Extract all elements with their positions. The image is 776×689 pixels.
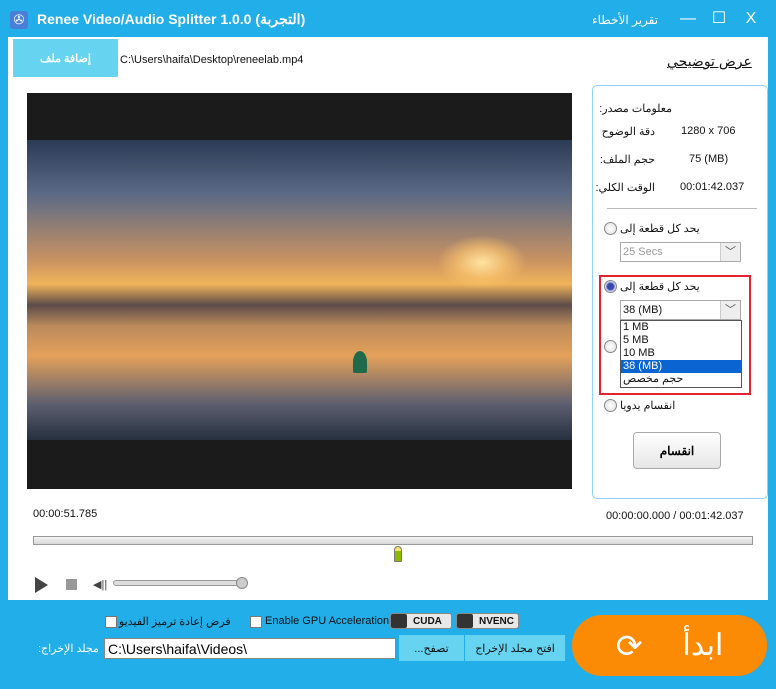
size-option-selected[interactable]: 38 (MB) bbox=[621, 360, 741, 373]
start-button[interactable]: ⟳ ابدأ bbox=[572, 615, 767, 676]
video-frame bbox=[27, 140, 572, 440]
nvenc-label: NVENC bbox=[479, 615, 515, 627]
stop-icon[interactable] bbox=[66, 579, 77, 590]
minimize-button[interactable]: — bbox=[677, 8, 699, 30]
chevron-down-icon: ﹀ bbox=[720, 301, 740, 319]
volume-icon[interactable]: ◀|| bbox=[93, 578, 107, 591]
video-preview bbox=[27, 93, 572, 489]
split-by-size-radio[interactable] bbox=[604, 280, 617, 293]
nvidia-icon bbox=[391, 614, 407, 628]
gpu-label: Enable GPU Acceleration bbox=[265, 615, 390, 627]
split-by-time-radio[interactable] bbox=[604, 222, 617, 235]
manual-split-radio[interactable] bbox=[604, 399, 617, 412]
duration-value: 00:01:42.037 bbox=[680, 181, 745, 193]
size-option[interactable]: 1 MB bbox=[621, 321, 741, 334]
file-path: C:\Users\haifa\Desktop\reneelab.mp4 bbox=[120, 54, 304, 66]
duration-label: الوقت الكلي: bbox=[595, 182, 655, 194]
size-dropdown-list: 1 MB 5 MB 10 MB 38 (MB) حجم مخصص bbox=[620, 320, 742, 388]
maximize-button[interactable]: ☐ bbox=[708, 8, 730, 30]
size-option[interactable]: 5 MB bbox=[621, 334, 741, 347]
demo-link[interactable]: عرض توضيحي bbox=[667, 53, 752, 70]
refresh-icon: ⟳ bbox=[615, 627, 643, 664]
size-option-custom[interactable]: حجم مخصص bbox=[621, 373, 741, 386]
open-output-folder-button[interactable]: افتح مجلد الإخراج bbox=[465, 635, 565, 661]
play-icon[interactable] bbox=[35, 577, 48, 593]
output-folder-label: مجلد الإخراج: bbox=[38, 643, 99, 655]
split-option-radio[interactable] bbox=[604, 340, 617, 353]
force-reencode-checkbox[interactable] bbox=[105, 616, 117, 628]
divider bbox=[607, 208, 757, 209]
gpu-checkbox[interactable] bbox=[250, 616, 262, 628]
manual-split-label: انقسام يدويا bbox=[620, 400, 676, 412]
split-by-size-label: يحد كل قطعة إلى bbox=[620, 281, 700, 293]
resolution-label: دقة الوضوح bbox=[601, 126, 655, 138]
add-file-button[interactable]: إضافة ملف bbox=[13, 39, 118, 77]
split-by-time-label: يحد كل قطعة إلى bbox=[620, 223, 700, 235]
file-size-value: 75 (MB) bbox=[689, 153, 729, 165]
timeline-marker[interactable] bbox=[394, 546, 403, 562]
close-button[interactable]: X bbox=[740, 8, 762, 30]
error-report-link[interactable]: تقرير الأخطاء bbox=[592, 13, 658, 27]
file-size-label: حجم الملف: bbox=[599, 154, 655, 166]
cuda-badge: CUDA bbox=[390, 613, 452, 629]
source-info-heading: معلومات مصدر: bbox=[599, 103, 672, 115]
title-bar: ✇ Renee Video/Audio Splitter 1.0.0 (التج… bbox=[0, 0, 776, 37]
time-range: 00:00:00.000 / 00:01:42.037 bbox=[606, 510, 744, 522]
volume-slider[interactable] bbox=[113, 580, 243, 586]
resolution-value: 1280 x 706 bbox=[681, 125, 736, 137]
sunset-glow bbox=[437, 235, 527, 290]
film-reel-icon: ✇ bbox=[10, 11, 28, 29]
force-reencode-label: فرض إعادة ترميز الفيديو bbox=[119, 616, 231, 628]
size-option[interactable]: 10 MB bbox=[621, 347, 741, 360]
split-button[interactable]: انقسام bbox=[633, 432, 721, 469]
size-select-value: 38 (MB) bbox=[623, 304, 663, 316]
size-select[interactable]: 38 (MB) ﹀ bbox=[620, 300, 741, 320]
timeline-track[interactable] bbox=[33, 536, 753, 545]
volume-knob[interactable] bbox=[236, 577, 248, 589]
time-select[interactable]: 25 Secs ﹀ bbox=[620, 242, 741, 262]
nvidia-icon bbox=[457, 614, 473, 628]
window-title: Renee Video/Audio Splitter 1.0.0 (التجرب… bbox=[37, 11, 306, 27]
browse-button[interactable]: ...تصفح bbox=[399, 635, 464, 661]
output-folder-input[interactable] bbox=[104, 638, 396, 659]
chevron-down-icon: ﹀ bbox=[720, 243, 740, 261]
current-time: 00:00:51.785 bbox=[33, 508, 98, 520]
time-select-value: 25 Secs bbox=[623, 246, 663, 258]
nvenc-badge: NVENC bbox=[456, 613, 519, 629]
kite bbox=[353, 351, 367, 373]
start-label: ابدأ bbox=[682, 629, 724, 662]
cuda-label: CUDA bbox=[413, 615, 442, 627]
